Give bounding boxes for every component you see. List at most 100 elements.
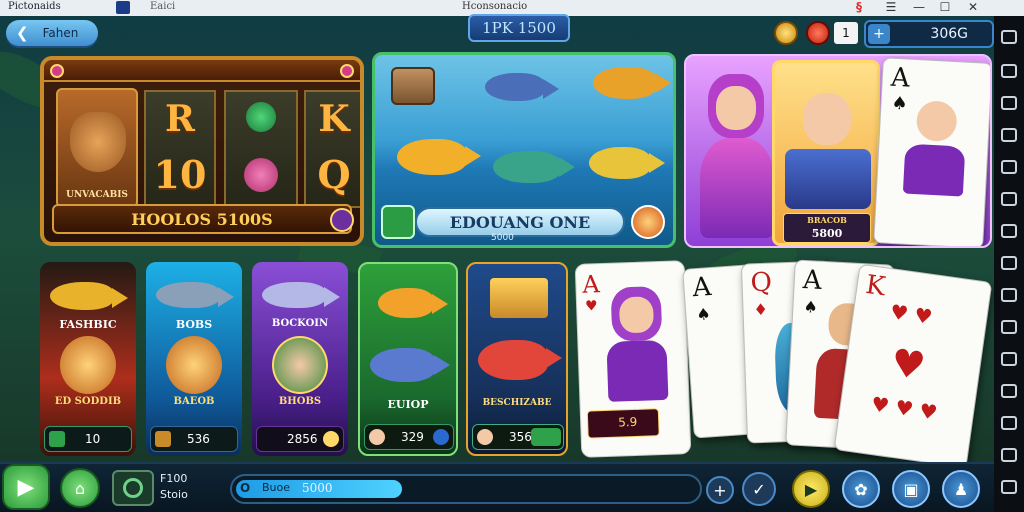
menu-icon[interactable]: ☰ [880, 0, 902, 15]
fan-card[interactable]: K ♥ ♥ ♥ ♥ ♥ ♥ [833, 263, 993, 469]
game-subtitle: BESCHIZABE [482, 398, 552, 408]
card-girl-face [915, 100, 958, 143]
reel-symbol: Q [317, 152, 351, 197]
fish-game-tile[interactable]: EDOUANG ONE 5000 [372, 52, 676, 248]
fish-subtitle: 5000 [491, 233, 514, 243]
chevron-left-icon: ❮ [16, 24, 29, 42]
slot-machine-tile[interactable]: UNVACABIS R 10 K Q HOOLOS 5100S [40, 56, 364, 246]
game-chip: 2856 [256, 426, 344, 452]
heroine-dress [700, 138, 774, 238]
heart-icon: ♥ ♥ ♥ [869, 391, 939, 425]
back-button[interactable]: ❮ Fahen [6, 20, 98, 46]
game-tile-6[interactable]: A ♥ 5.9 [574, 260, 692, 458]
minimize-icon[interactable]: — [908, 0, 930, 15]
toolbar-icon[interactable] [1001, 256, 1017, 270]
game-chip: 536 [150, 426, 238, 452]
card-rank: Q [750, 267, 773, 299]
game-tile-4[interactable]: EUIOP 329 [358, 262, 458, 456]
game-tile-1[interactable]: FASHBIC ED SODDIB 10 [40, 262, 136, 456]
heart-icon: ♥ [584, 298, 598, 315]
home-button[interactable]: ⌂ [60, 468, 100, 508]
game-tile-5[interactable]: BESCHIZABE 356 [466, 262, 568, 456]
game-title: BOBS [175, 318, 213, 331]
toolbar-icon[interactable] [1001, 96, 1017, 110]
sword-icon[interactable] [330, 208, 354, 232]
card-title: BRACOB [807, 215, 847, 225]
check-button[interactable]: ✓ [742, 472, 776, 506]
game-chip: 329 [364, 424, 454, 450]
character-card: BRACOB 5800 [772, 60, 880, 246]
person-icon: ♟ [953, 479, 969, 499]
card-girl-dress [606, 339, 669, 402]
toolbar-icon[interactable] [1001, 192, 1017, 206]
toolbar-icon[interactable] [1001, 224, 1017, 238]
forward-button[interactable]: ▶ [792, 470, 830, 508]
game-title: FASHBIC [59, 318, 117, 331]
toolbar-icon[interactable] [1001, 352, 1017, 366]
casino-sign-icon [490, 278, 548, 318]
add-button[interactable]: + [706, 476, 734, 504]
game-value: 536 [187, 432, 210, 446]
toolbar-icon[interactable] [1001, 128, 1017, 142]
toolbar-icon[interactable] [1001, 30, 1017, 44]
game-tile-3[interactable]: BOCKOIN BHOBS 2856 [252, 262, 348, 456]
fish-icon [370, 348, 450, 382]
coin-icon[interactable] [774, 21, 798, 45]
shop-button[interactable]: ▣ [892, 470, 930, 508]
gem-icon[interactable] [806, 21, 830, 45]
card-rank: K [863, 269, 888, 303]
toolbar-icon[interactable] [1001, 384, 1017, 398]
home-icon: ⌂ [74, 478, 86, 498]
close-icon[interactable]: ✕ [962, 0, 984, 15]
game-tile-2[interactable]: BOBS BAEOB 536 [146, 262, 242, 456]
chip-icon [49, 431, 65, 447]
heroine-face [716, 86, 756, 130]
character-button[interactable]: ♟ [942, 470, 980, 508]
warrior-face [803, 93, 851, 145]
warrior-armor [785, 149, 871, 209]
avatar-icon [477, 429, 493, 445]
slot-badge: UNVACABIS [66, 190, 128, 200]
fish-icon [156, 282, 234, 308]
add-balance-icon[interactable]: + [868, 24, 890, 44]
spiral-icon[interactable] [631, 205, 665, 239]
fox-icon [60, 336, 116, 394]
maximize-icon[interactable]: ☐ [934, 0, 956, 15]
toolbar-icon[interactable] [1001, 416, 1017, 430]
coin-icon [323, 431, 339, 447]
card-girl-dress [902, 143, 966, 197]
inventory-button[interactable] [112, 470, 154, 506]
progress-prefix: O [240, 481, 251, 495]
reel-symbol: R [165, 98, 195, 140]
close-tab-icon[interactable]: § [848, 0, 870, 15]
toolbar-icon[interactable] [1001, 288, 1017, 302]
card-game-tile[interactable]: BRACOB 5800 A ♠ [684, 54, 992, 248]
card-chip: 5.9 [586, 408, 660, 439]
bonus-icon[interactable] [381, 205, 415, 239]
settings-button[interactable]: ✿ [842, 470, 880, 508]
toolbar-icon[interactable] [1001, 160, 1017, 174]
progress-bar: O Buoe 5000 [230, 474, 702, 504]
heart-icon: ♥ ♥ [888, 299, 934, 330]
game-value: 10 [85, 432, 101, 446]
game-title: BOCKOIN [271, 318, 329, 329]
play-icon: ▶ [17, 474, 35, 500]
tab-label[interactable]: Eaici [150, 1, 175, 12]
app-tab-icon[interactable] [116, 1, 130, 14]
wolf-symbol: UNVACABIS [56, 88, 138, 208]
fish-icon [593, 67, 671, 99]
game-chip: 356 [472, 424, 564, 450]
avatar-icon [369, 429, 385, 445]
check-icon: ✓ [752, 479, 766, 499]
play-button[interactable]: ▶ [2, 464, 50, 510]
gem-ornament-icon [340, 64, 354, 78]
toolbar-icon[interactable] [1001, 480, 1017, 494]
toolbar-icon[interactable] [1001, 320, 1017, 334]
toolbar-icon[interactable] [1001, 448, 1017, 462]
plus-icon: + [713, 480, 727, 500]
game-subtitle: EUIOP [387, 398, 429, 411]
fish-icon [493, 151, 575, 183]
fish-title: EDOUANG ONE [449, 213, 591, 232]
balance-display[interactable]: + 306G [864, 20, 994, 48]
toolbar-icon[interactable] [1001, 64, 1017, 78]
